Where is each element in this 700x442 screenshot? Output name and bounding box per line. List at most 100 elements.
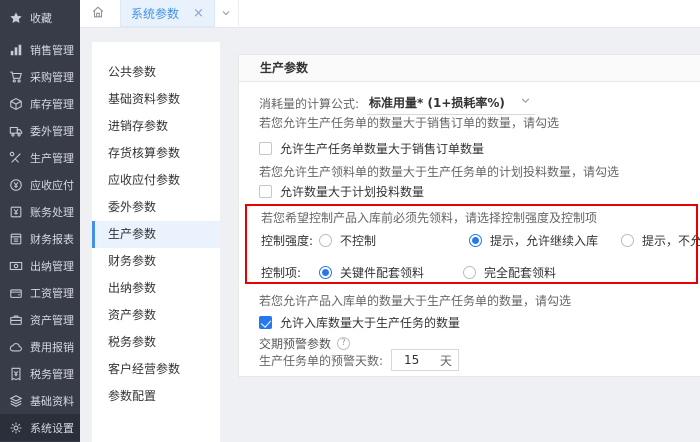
sidebar-item-11[interactable]: 资产管理 xyxy=(0,306,80,333)
panel-body: 消耗量的计算公式: 标准用量* (1+损耗率%) 若您允许生产任务单的数量大于销… xyxy=(239,82,700,376)
star-icon xyxy=(9,10,24,25)
param-nav-item-8[interactable]: 出纳参数 xyxy=(92,275,220,302)
sidebar-item-9[interactable]: 出纳管理 xyxy=(0,252,80,279)
control-strength-option-0[interactable]: 不控制 xyxy=(319,230,376,250)
cloud-icon xyxy=(9,339,24,354)
checkbox-plan-qty[interactable] xyxy=(259,185,272,198)
checkbox-label: 允许入库数量大于生产任务的数量 xyxy=(280,314,460,331)
param-nav-item-4[interactable]: 应收应付参数 xyxy=(92,167,220,194)
sidebar-item-1[interactable]: 销售管理 xyxy=(0,36,80,63)
sidebar-item-label: 费用报销 xyxy=(30,339,74,355)
box-icon xyxy=(9,96,24,111)
sidebar-item-label: 工资管理 xyxy=(30,285,74,301)
tab-label: 系统参数 xyxy=(131,5,179,22)
radio-button[interactable] xyxy=(319,266,332,279)
main-sidebar: 收藏销售管理采购管理库存管理委外管理生产管理应收应付账务处理财务报表出纳管理工资… xyxy=(0,0,80,442)
report-icon xyxy=(9,231,24,246)
sidebar-item-label: 收藏 xyxy=(30,10,52,26)
coin-icon xyxy=(9,177,24,192)
layers-icon xyxy=(9,393,24,408)
param-nav-item-7[interactable]: 财务参数 xyxy=(92,248,220,275)
truck-icon xyxy=(9,123,24,138)
calc-icon xyxy=(9,204,24,219)
sidebar-item-6[interactable]: 应收应付 xyxy=(0,171,80,198)
tab-bar: 系统参数 × xyxy=(80,0,700,28)
formula-row: 消耗量的计算公式: 标准用量* (1+损耗率%) xyxy=(259,93,535,113)
sidebar-item-7[interactable]: 账务处理 xyxy=(0,198,80,225)
sidebar-item-label: 财务报表 xyxy=(30,231,74,247)
param-nav-item-5[interactable]: 委外参数 xyxy=(92,194,220,221)
help-icon[interactable]: ? xyxy=(337,337,350,350)
checkbox-label: 允许生产任务单数量大于销售订单数量 xyxy=(280,140,484,157)
checkbox-task-qty[interactable] xyxy=(259,142,272,155)
param-nav-item-9[interactable]: 资产参数 xyxy=(92,302,220,329)
parameter-nav: 公共参数基础资料参数进销存参数存货核算参数应收应付参数委外参数生产参数财务参数出… xyxy=(92,42,220,442)
checkbox-row-task-qty: 允许生产任务单数量大于销售订单数量 xyxy=(259,138,484,158)
sidebar-item-label: 系统设置 xyxy=(30,420,74,436)
sidebar-item-15[interactable]: 系统设置 xyxy=(0,414,80,441)
sidebar-item-label: 基础资料 xyxy=(30,393,74,409)
sidebar-item-label: 销售管理 xyxy=(30,42,74,58)
sidebar-item-13[interactable]: 税务管理 xyxy=(0,360,80,387)
page-title: 生产参数 xyxy=(239,55,700,82)
warning-days-row: 生产任务单的预警天数: 15 天 xyxy=(259,350,459,370)
param-nav-item-11[interactable]: 客户经营参数 xyxy=(92,356,220,383)
control-strength-option-2[interactable]: 提示，不允许入库 xyxy=(621,230,700,250)
cash-icon xyxy=(9,258,24,273)
hint-picking-vs-plan: 若您允许生产领料单的数量大于生产任务单的计划投料数量，请勾选 xyxy=(259,161,619,181)
param-nav-item-2[interactable]: 进销存参数 xyxy=(92,113,220,140)
param-nav-item-3[interactable]: 存货核算参数 xyxy=(92,140,220,167)
warning-days-input[interactable]: 15 天 xyxy=(391,349,459,371)
sidebar-item-5[interactable]: 生产管理 xyxy=(0,144,80,171)
tab-system-params[interactable]: 系统参数 × xyxy=(120,0,215,27)
warning-days-value: 15 xyxy=(404,353,440,367)
home-icon xyxy=(91,5,105,22)
tab-list-dropdown-button[interactable] xyxy=(215,0,239,27)
checkbox-inbound-qty[interactable] xyxy=(259,316,272,329)
chevron-down-icon xyxy=(221,7,231,21)
radio-button[interactable] xyxy=(319,234,332,247)
sidebar-item-label: 应收应付 xyxy=(30,177,74,193)
tax-icon xyxy=(9,366,24,381)
close-icon[interactable]: × xyxy=(193,6,204,21)
param-nav-item-1[interactable]: 基础资料参数 xyxy=(92,86,220,113)
param-nav-item-6[interactable]: 生产参数 xyxy=(92,221,220,248)
radio-button[interactable] xyxy=(621,234,634,247)
sidebar-item-label: 资产管理 xyxy=(30,312,74,328)
warning-days-label: 生产任务单的预警天数: xyxy=(259,352,383,369)
radio-label: 完全配套领料 xyxy=(484,264,556,281)
sidebar-item-4[interactable]: 委外管理 xyxy=(0,117,80,144)
param-nav-item-0[interactable]: 公共参数 xyxy=(92,59,220,86)
radio-button[interactable] xyxy=(463,266,476,279)
delivery-warning-title: 交期预警参数 xyxy=(259,335,331,352)
radio-label: 不控制 xyxy=(340,232,376,249)
formula-label: 消耗量的计算公式: xyxy=(259,95,359,112)
control-strength-option-1[interactable]: 提示，允许继续入库 xyxy=(469,230,598,250)
control-item-option-0[interactable]: 关键件配套领料 xyxy=(319,262,424,282)
sidebar-item-10[interactable]: 工资管理 xyxy=(0,279,80,306)
checkbox-row-inbound-qty: 允许入库数量大于生产任务的数量 xyxy=(259,312,460,332)
sidebar-item-8[interactable]: 财务报表 xyxy=(0,225,80,252)
home-button[interactable] xyxy=(80,0,116,27)
wallet-icon xyxy=(9,285,24,300)
sidebar-item-0[interactable]: 收藏 xyxy=(0,4,80,31)
param-nav-item-10[interactable]: 税务参数 xyxy=(92,329,220,356)
sidebar-item-3[interactable]: 库存管理 xyxy=(0,90,80,117)
formula-selected-value: 标准用量* (1+损耗率%) xyxy=(369,94,505,111)
sidebar-item-12[interactable]: 费用报销 xyxy=(0,333,80,360)
sidebar-item-14[interactable]: 基础资料 xyxy=(0,387,80,414)
param-nav-item-12[interactable]: 参数配置 xyxy=(92,383,220,410)
sidebar-item-label: 税务管理 xyxy=(30,366,74,382)
radio-button[interactable] xyxy=(469,234,482,247)
radio-label: 提示，不允许入库 xyxy=(642,232,700,249)
gear-icon xyxy=(9,420,24,435)
sidebar-item-label: 账务处理 xyxy=(30,204,74,220)
control-item-option-1[interactable]: 完全配套领料 xyxy=(463,262,556,282)
cart-icon xyxy=(9,69,24,84)
sidebar-item-label: 委外管理 xyxy=(30,123,74,139)
sidebar-item-2[interactable]: 采购管理 xyxy=(0,63,80,90)
chevron-down-icon xyxy=(520,95,531,109)
production-params-panel: 生产参数 消耗量的计算公式: 标准用量* (1+损耗率%) 若您允许生产任务单的… xyxy=(238,54,700,377)
radio-label: 提示，允许继续入库 xyxy=(490,232,598,249)
hint-inbound-vs-task: 若您允许产品入库单的数量大于生产任务单的数量，请勾选 xyxy=(259,290,571,310)
